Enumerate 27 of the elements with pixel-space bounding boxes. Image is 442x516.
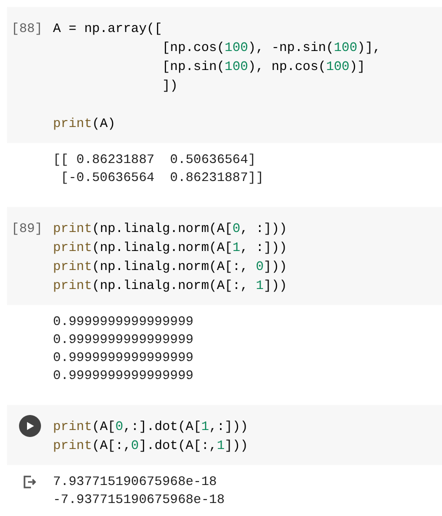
play-icon	[25, 421, 35, 431]
code-line: print(A[0,:].dot(A[1,:]))	[53, 418, 248, 436]
output-line: [-0.50636564 0.86231887]]	[60, 169, 264, 187]
execution-count: [88]	[11, 20, 43, 38]
output-icon[interactable]	[23, 475, 37, 489]
output-line: 0.9999999999999999	[53, 349, 194, 367]
output-line: 0.9999999999999999	[53, 367, 194, 385]
code-line: [np.sin(100), np.cos(100)]	[161, 58, 366, 76]
execution-count: [89]	[11, 220, 43, 238]
output-line: 0.9999999999999999	[53, 313, 194, 331]
output-line: 7.937715190675968e-18	[53, 473, 218, 491]
code-cell[interactable]: [88] A = np.array([ [np.cos(100), -np.sin(100)], [np.sin(100), np.cos(100)] ]) print(A)	[7, 7, 442, 143]
code-cell[interactable]: print(A[0,:].dot(A[1,:])) print(A[:,0].dot(A[:,1]))	[7, 405, 442, 465]
code-line: [np.cos(100), -np.sin(100)],	[161, 39, 381, 57]
code-line: print(np.linalg.norm(A[0, :]))	[53, 220, 288, 238]
code-line: print(np.linalg.norm(A[:, 0]))	[53, 258, 288, 276]
code-line: ])	[161, 77, 179, 95]
run-button[interactable]	[19, 415, 41, 437]
code-line: print(np.linalg.norm(A[1, :]))	[53, 239, 288, 257]
output-line: 0.9999999999999999	[53, 331, 194, 349]
code-line: print(A)	[53, 115, 116, 133]
code-line: A = np.array([	[53, 20, 164, 38]
code-line: print(A[:,0].dot(A[:,1]))	[53, 437, 248, 455]
output-line: [[ 0.86231887 0.50636564]	[53, 151, 257, 169]
code-cell[interactable]: [89] print(np.linalg.norm(A[0, :])) print(np.linalg.norm(A[1, :])) print(np.linalg.norm(A[:, 0])) print(np.linalg.norm(A[:, 1]))	[7, 207, 442, 305]
code-line: print(np.linalg.norm(A[:, 1]))	[53, 277, 288, 295]
output-line: -7.937715190675968e-18	[53, 491, 225, 509]
